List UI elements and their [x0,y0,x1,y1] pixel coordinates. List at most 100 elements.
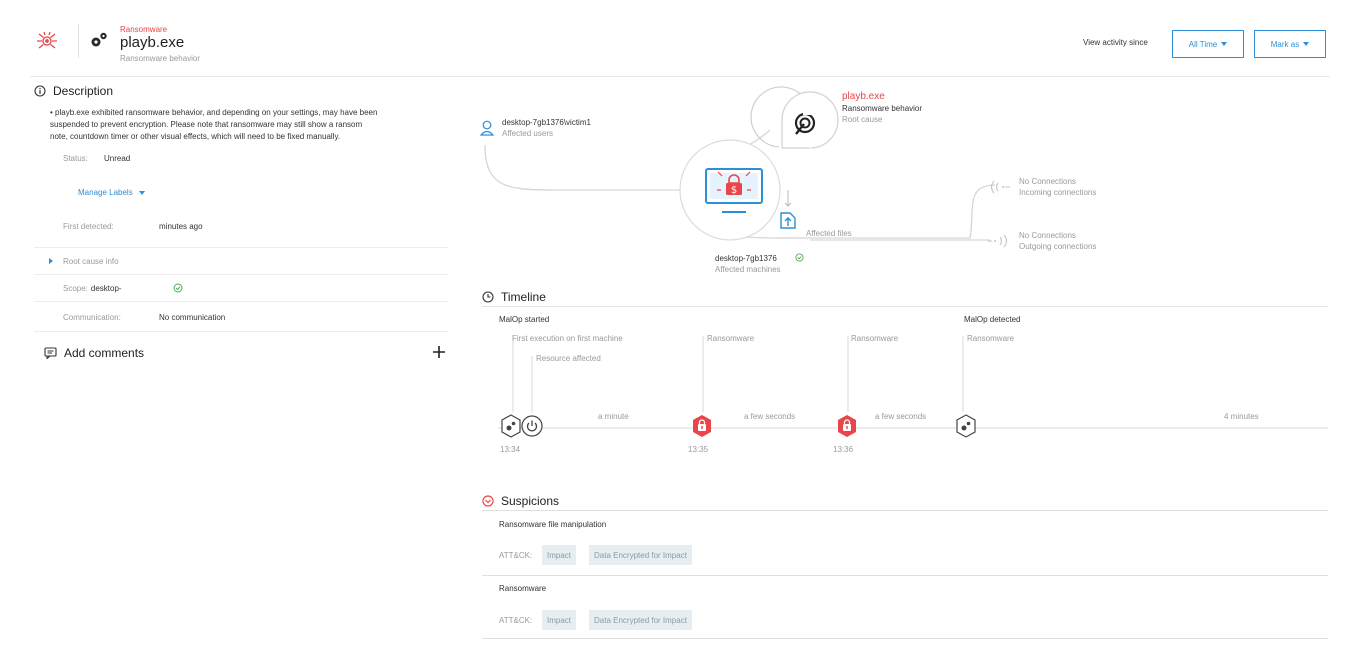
check-circle-icon [173,283,183,293]
ransomware-hexagon-icon[interactable] [691,414,713,438]
comments-title: Add comments [64,346,145,360]
description-line: suspended to prevent encryption. Please … [50,120,363,129]
attck-tag[interactable]: Data Encrypted for Impact [589,545,692,565]
page-title: playb.exe [120,34,185,51]
timeline-section-title: Timeline [482,290,546,304]
timeline-event-ransomware: Ransomware [851,334,899,343]
timeline-title: Timeline [501,290,546,304]
timeline-event-first-execution: First execution on first machine [512,334,623,343]
infected-machine-icon[interactable]: $ [702,166,766,216]
description-title: Description [53,84,114,98]
first-detected-value: minutes ago [159,222,203,231]
time-range-dropdown[interactable]: All Time [1172,30,1244,58]
timeline-event-resource-affected: Resource affected [536,354,601,363]
page-subtitle: Ransomware behavior [120,54,201,63]
view-activity-label: View activity since [1083,38,1148,47]
page-header: Ransomware playb.exe Ransomware behavior… [0,0,1346,76]
description-body: • playb.exe exhibited ransomware behavio… [50,107,460,143]
comment-icon [44,347,57,359]
mark-as-label: Mark as [1270,39,1300,49]
timeline-gap-label: 4 minutes [1224,412,1259,421]
affected-user-name[interactable]: desktop-7gb1376\victim1 [502,118,591,127]
root-cause-name[interactable]: playb.exe [842,91,885,102]
file-icon[interactable] [778,210,798,230]
process-hexagon-icon[interactable] [500,414,522,438]
time-range-label: All Time [1188,39,1218,49]
caret-down-icon [1221,42,1228,46]
header-separator [78,24,79,58]
root-cause-label: Root cause [842,115,883,124]
outgoing-signal-icon [988,234,1008,248]
description-line: • playb.exe exhibited ransomware behavio… [50,108,378,117]
status-label: Status: [63,154,88,163]
malop-type-label: Ransomware [120,25,168,34]
expand-arrow-icon[interactable] [49,258,53,264]
fingerprint-icon[interactable] [790,108,820,138]
incoming-connections-label: Incoming connections [1019,188,1097,197]
suspicion-divider [482,638,1328,639]
alert-circle-icon [482,495,494,507]
affected-machine-name[interactable]: desktop-7gb1376 [715,254,777,263]
timeline-gap-label: a minute [598,412,629,421]
attck-tag[interactable]: Impact [542,545,577,565]
clock-icon [482,291,494,303]
divider [34,331,448,332]
info-icon [34,85,46,97]
status-value: Unread [104,154,131,163]
scope-label: Scope: [63,284,88,293]
suspicion-name: Ransomware file manipulation [499,520,607,529]
communication-value: No communication [159,313,226,322]
ransomware-hexagon-icon[interactable] [836,414,858,438]
timeline-chart [498,336,1328,429]
divider [34,301,448,302]
comments-section-title: Add comments [44,346,144,360]
gears-icon [91,32,107,47]
suspicions-section-title: Suspicions [482,494,559,508]
manage-labels-button[interactable]: Manage Labels [78,188,145,197]
affected-files-label: Affected files [806,229,852,238]
timeline-time: 13:35 [688,445,709,454]
check-circle-icon [795,253,804,262]
outgoing-connections-value: No Connections [1019,231,1076,240]
first-detected-label: First detected: [63,222,114,231]
attck-label: ATT&CK: [499,616,533,625]
incoming-signal-icon [990,180,1010,194]
svg-text:$: $ [731,185,737,196]
description-line: note, countdown timer or other visual ef… [50,132,341,141]
scope-row: Scope: desktop- [63,284,122,293]
suspicion-divider [482,575,1328,576]
caret-down-icon [1303,42,1310,46]
attck-tag[interactable]: Impact [542,610,577,630]
timeline-time: 13:34 [500,445,521,454]
bug-icon [37,31,57,49]
affected-users-label: Affected users [502,129,553,138]
divider [34,274,448,275]
attck-tag[interactable]: Data Encrypted for Impact [589,610,692,630]
communication-label: Communication: [63,313,121,322]
attck-label: ATT&CK: [499,551,533,560]
outgoing-connections-label: Outgoing connections [1019,242,1097,251]
root-cause-behavior: Ransomware behavior [842,104,923,113]
timeline-time: 13:36 [833,445,854,454]
suspicion-name: Ransomware [499,584,547,593]
arrow-down-icon [784,190,792,207]
timeline-gap-label: a few seconds [744,412,796,421]
timeline-event-ransomware: Ransomware [967,334,1015,343]
header-divider [30,76,1330,77]
divider [34,247,448,248]
description-section-title: Description [34,84,113,98]
power-circle-icon[interactable] [520,414,544,438]
timeline-event-ransomware: Ransomware [707,334,755,343]
scope-value: desktop- [90,284,122,293]
user-icon [480,120,494,136]
mark-as-dropdown[interactable]: Mark as [1254,30,1326,58]
suspicions-divider [482,510,1328,511]
manage-labels-label: Manage Labels [78,188,133,197]
timeline-gap-label: a few seconds [875,412,927,421]
add-comment-plus-icon[interactable] [432,345,446,359]
incoming-connections-value: No Connections [1019,177,1076,186]
affected-machines-label: Affected machines [715,265,781,274]
suspicions-title: Suspicions [501,494,560,508]
root-cause-info-toggle[interactable]: Root cause info [63,257,119,266]
process-hexagon-icon[interactable] [955,414,977,438]
